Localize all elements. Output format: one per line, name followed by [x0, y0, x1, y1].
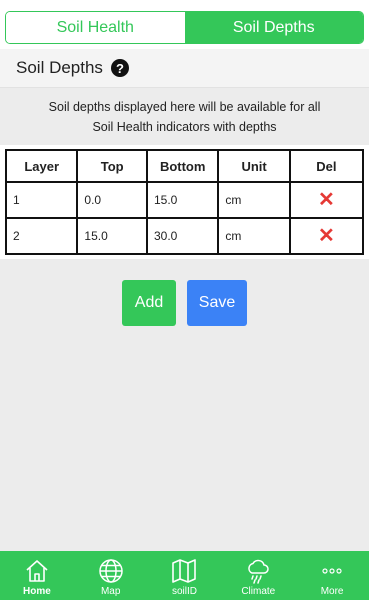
top-input[interactable]: 15.0 [76, 217, 148, 255]
tab-label: Home [23, 586, 51, 597]
top-segment-area: Soil Health Soil Depths [0, 0, 369, 49]
home-icon [26, 560, 48, 582]
unit-cell: cm [217, 217, 291, 255]
layer-cell: 1 [4, 181, 79, 219]
tab-home[interactable]: Home [0, 551, 74, 600]
tab-label: More [320, 586, 344, 597]
delete-icon[interactable]: ✕ [318, 189, 335, 211]
segment-soil-health[interactable]: Soil Health [6, 12, 185, 43]
map-icon [172, 559, 197, 583]
depth-table-container: Layer Top Bottom Unit Del 1 0.0 15.0 cm … [0, 145, 369, 259]
layer-cell: 2 [4, 217, 79, 255]
add-button[interactable]: Add [122, 280, 176, 326]
bottom-input[interactable]: 15.0 [145, 181, 220, 219]
bottom-input[interactable]: 30.0 [145, 217, 220, 255]
delete-cell: ✕ [288, 217, 365, 255]
delete-cell: ✕ [288, 181, 365, 219]
header-top: Top [76, 149, 148, 183]
segment-soil-depths[interactable]: Soil Depths [184, 12, 363, 43]
tab-label: Climate [241, 586, 276, 597]
unit-cell: cm [217, 181, 291, 219]
description-line-1: Soil depths displayed here will be avail… [48, 100, 321, 114]
save-button[interactable]: Save [187, 280, 247, 326]
header-unit: Unit [217, 149, 291, 183]
tab-soilid[interactable]: soilID [148, 551, 222, 600]
segmented-control: Soil Health Soil Depths [5, 11, 364, 44]
table-row: 1 0.0 15.0 cm ✕ [4, 181, 365, 219]
header-layer: Layer [4, 149, 79, 183]
action-buttons: Add Save [0, 280, 369, 326]
table-row: 2 15.0 30.0 cm ✕ [4, 217, 365, 255]
tab-map[interactable]: Map [74, 551, 148, 600]
bottom-tab-bar: Home Map soilID Climate More [0, 551, 369, 600]
help-icon[interactable]: ? [110, 59, 129, 77]
dots-icon [322, 568, 342, 574]
cloud-rain-icon [248, 559, 270, 584]
description-line-2: Soil Health indicators with depths [92, 120, 277, 134]
tab-more[interactable]: More [295, 551, 369, 600]
header-bottom: Bottom [145, 149, 220, 183]
section-header: Soil Depths ? [0, 49, 369, 88]
header-del: Del [288, 149, 365, 183]
delete-icon[interactable]: ✕ [318, 225, 335, 247]
section-title: Soil Depths [16, 58, 103, 77]
globe-icon [98, 559, 123, 583]
tab-climate[interactable]: Climate [221, 551, 295, 600]
tab-label: Map [100, 586, 121, 597]
tab-label: soilID [171, 586, 197, 597]
table-header-row: Layer Top Bottom Unit Del [4, 149, 365, 183]
top-input[interactable]: 0.0 [76, 181, 148, 219]
depth-table: Layer Top Bottom Unit Del 1 0.0 15.0 cm … [4, 149, 365, 255]
description: Soil depths displayed here will be avail… [0, 88, 369, 145]
